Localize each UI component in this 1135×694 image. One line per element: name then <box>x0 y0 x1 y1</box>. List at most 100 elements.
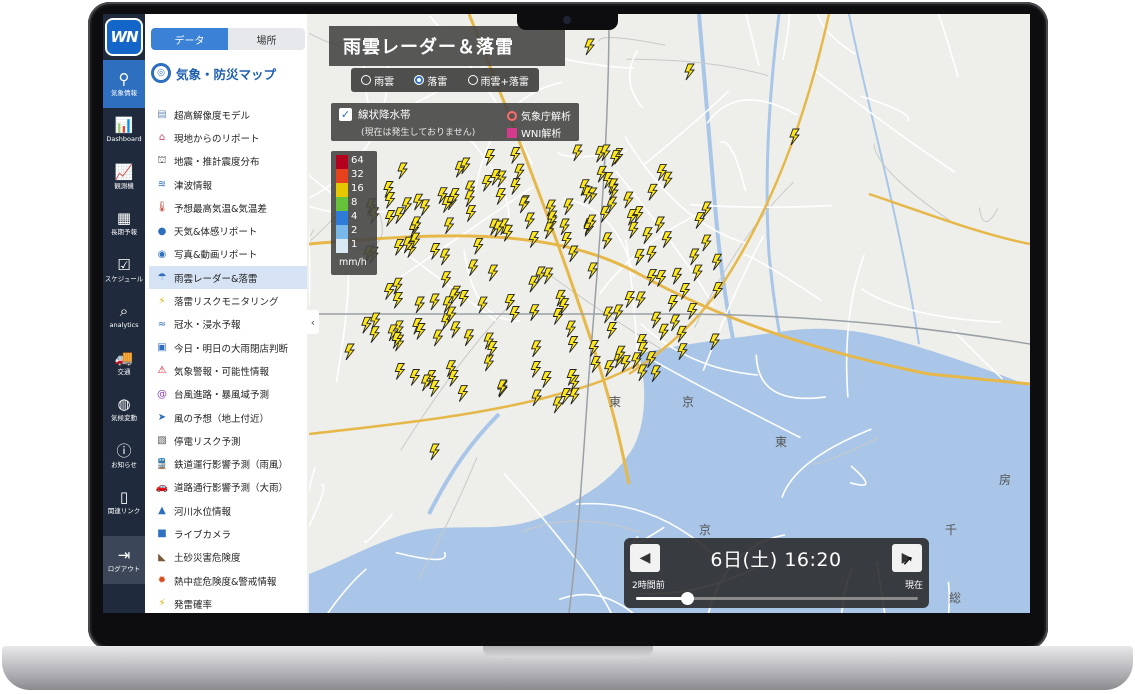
radio-icon[interactable] <box>361 75 372 85</box>
rail-item-2[interactable]: 📈 観測機 <box>103 153 145 201</box>
map-place-label: 東 <box>775 435 787 449</box>
logout-button[interactable]: ⇥ ログアウト <box>103 536 145 584</box>
rail-item-6[interactable]: 🚚 交通 <box>103 339 145 387</box>
jma-analysis-label: 気象庁解析 <box>521 112 571 123</box>
menu-item-12[interactable]: @ 台風進路・暴風域予測 <box>149 383 307 406</box>
rail-item-label: 観測機 <box>114 181 134 190</box>
menu-item-label: 津波情報 <box>174 180 213 192</box>
collapse-menu-button[interactable]: ‹ <box>307 310 319 334</box>
target-icon: ◎ <box>151 63 171 83</box>
river-icon: ▲ <box>158 505 166 517</box>
wind-arrow-icon: ➤ <box>157 412 167 423</box>
tab-place[interactable]: 場所 <box>228 28 305 50</box>
globe-icon: ◍ <box>117 395 131 413</box>
tab-data[interactable]: データ <box>151 28 228 50</box>
mouse-pointer-icon: ➚ <box>902 553 914 569</box>
rail-item-3[interactable]: ▦ 長期予報 <box>103 200 145 248</box>
scale-label: 8 <box>351 197 358 208</box>
radio-icon[interactable] <box>467 75 478 85</box>
mode-option-label: 雨雲+落雷 <box>480 76 529 88</box>
scale-color-bar <box>336 155 348 253</box>
wni-logo[interactable]: WN <box>105 18 143 56</box>
timeline-knob[interactable] <box>680 592 694 605</box>
scale-swatch <box>336 211 348 225</box>
menu-item-label: 熱中症危険度&警戒情報 <box>174 576 277 588</box>
map-place-label: 総 <box>949 591 961 605</box>
menu-item-5[interactable]: ● 天気&体感リポート <box>149 219 307 242</box>
mode-option-0[interactable]: 雨雲 <box>361 73 394 88</box>
jma-ring-icon <box>507 110 517 121</box>
current-time: 6日(土) 16:20 <box>710 548 842 571</box>
menu-item-label: 停電リスク予測 <box>174 436 241 448</box>
menu-item-3[interactable]: ≋ 津波情報 <box>149 173 307 196</box>
menu-item-2[interactable]: ⛫ 地震・推計震度分布 <box>149 150 307 173</box>
menu-item-17[interactable]: ▲ 河川水位情報 <box>149 499 307 522</box>
menu-item-6[interactable]: ◉ 写真&動画リポート <box>149 243 307 266</box>
menu-item-label: 天気&体感リポート <box>174 227 258 239</box>
radio-icon[interactable] <box>414 75 425 85</box>
scale-label: 32 <box>351 169 364 180</box>
rail-item-7[interactable]: ◍ 気候変動 <box>103 386 145 434</box>
menu-item-label: 土砂災害危険度 <box>174 553 241 565</box>
menu-item-20[interactable]: ✹ 熱中症危険度&警戒情報 <box>149 569 307 592</box>
menu-item-10[interactable]: ▣ 今日・明日の大雨閉店判断 <box>149 336 307 359</box>
mode-option-2[interactable]: 雨雲+落雷 <box>467 73 529 88</box>
logout-icon: ⇥ <box>117 545 131 564</box>
rail-item-0[interactable]: ⚲ 気象情報 <box>103 60 145 108</box>
rail-item-label: 気候変動 <box>111 414 137 422</box>
menu-item-label: 写真&動画リポート <box>174 250 258 262</box>
rail-item-8[interactable]: ⓘ お知らせ <box>103 432 145 480</box>
scale-label: 16 <box>351 183 364 194</box>
mode-option-1[interactable]: 落雷 <box>414 73 447 88</box>
scale-swatch <box>336 225 348 239</box>
chart-icon: 📊 <box>114 116 134 134</box>
rain-cloud-icon: ☂ <box>157 272 167 284</box>
menu-item-4[interactable]: 🌡 予想最高気温&気温差 <box>149 196 307 219</box>
linear-rainband-panel: ✓ 線状降水帯 (現在は発生しておりません) 気象庁解析 WNI解析 <box>331 103 579 141</box>
document-icon: ▯ <box>119 488 129 506</box>
menu-item-label: 予想最高気温&気温差 <box>174 203 267 215</box>
power-outage-icon: ▧ <box>157 435 167 447</box>
menu-item-13[interactable]: ➤ 風の予想（地上付近） <box>149 406 307 429</box>
scale-swatch <box>336 197 348 211</box>
rail-item-5[interactable]: ⌕ analytics <box>103 293 145 341</box>
menu-item-8[interactable]: ⚡ 落雷リスクモニタリング <box>149 289 307 312</box>
scale-label: 1 <box>351 239 358 250</box>
earthquake-icon: ⛫ <box>157 154 167 166</box>
mode-option-label: 落雷 <box>427 76 448 88</box>
wni-square-icon <box>507 127 517 138</box>
rail-item-1[interactable]: 📊 Dashboard <box>103 107 145 155</box>
shop-icon: ▣ <box>157 342 167 354</box>
menu-item-21[interactable]: ⚡ 発雷確率 <box>149 592 307 613</box>
menu-item-label: 風の予想（地上付近） <box>174 413 270 425</box>
rail-item-label: 交通 <box>117 367 131 376</box>
train-icon: 🚆 <box>155 458 169 470</box>
previous-time-button[interactable]: ◀ <box>630 544 660 572</box>
tsunami-icon: ≋ <box>157 179 167 191</box>
menu-item-0[interactable]: ▤ 超高解像度モデル <box>149 103 307 126</box>
rail-item-label: 気象情報 <box>111 88 137 97</box>
menu-item-18[interactable]: ■ ライブカメラ <box>149 522 307 545</box>
rail-item-4[interactable]: ☑ スケジュール <box>103 246 145 294</box>
typhoon-icon: @ <box>157 388 167 400</box>
linear-rainband-checkbox[interactable]: ✓ <box>339 108 352 121</box>
logout-label: ログアウト <box>107 564 141 573</box>
menu-item-1[interactable]: ⌂ 現地からのリポート <box>149 126 307 149</box>
menu-list: ▤ 超高解像度モデル ⌂ 現地からのリポート ⛫ 地震・推計震度分布 ≋ 津波情報 🌡 予想最高気… <box>149 103 307 613</box>
menu-item-7[interactable]: ☂ 雨雲レーダー&落雷 <box>149 266 307 290</box>
menu-header: ◎ 気象・防災マップ <box>151 62 307 84</box>
timeline-slider[interactable] <box>636 592 918 605</box>
camera-notch <box>517 12 618 30</box>
rail-item-label: Dashboard <box>106 135 142 143</box>
user-map-icon: ⚲ <box>118 69 130 88</box>
menu-item-label: 台風進路・暴風域予測 <box>174 390 270 402</box>
menu-item-16[interactable]: 🚗 道路通行影響予測（大雨） <box>149 476 307 499</box>
rail-item-9[interactable]: ▯ 関連リンク <box>103 479 145 527</box>
menu-item-15[interactable]: 🚆 鉄道運行影響予測（雨風） <box>149 452 307 475</box>
menu-item-9[interactable]: ≈ 冠水・浸水予報 <box>149 313 307 336</box>
menu-item-14[interactable]: ▧ 停電リスク予測 <box>149 429 307 452</box>
menu-item-19[interactable]: ◣ 土砂災害危険度 <box>149 546 307 569</box>
house-icon: ⌂ <box>158 132 166 144</box>
menu-item-11[interactable]: ⚠ 気象警報・可能性情報 <box>149 359 307 382</box>
rail-item-label: analytics <box>109 321 139 329</box>
